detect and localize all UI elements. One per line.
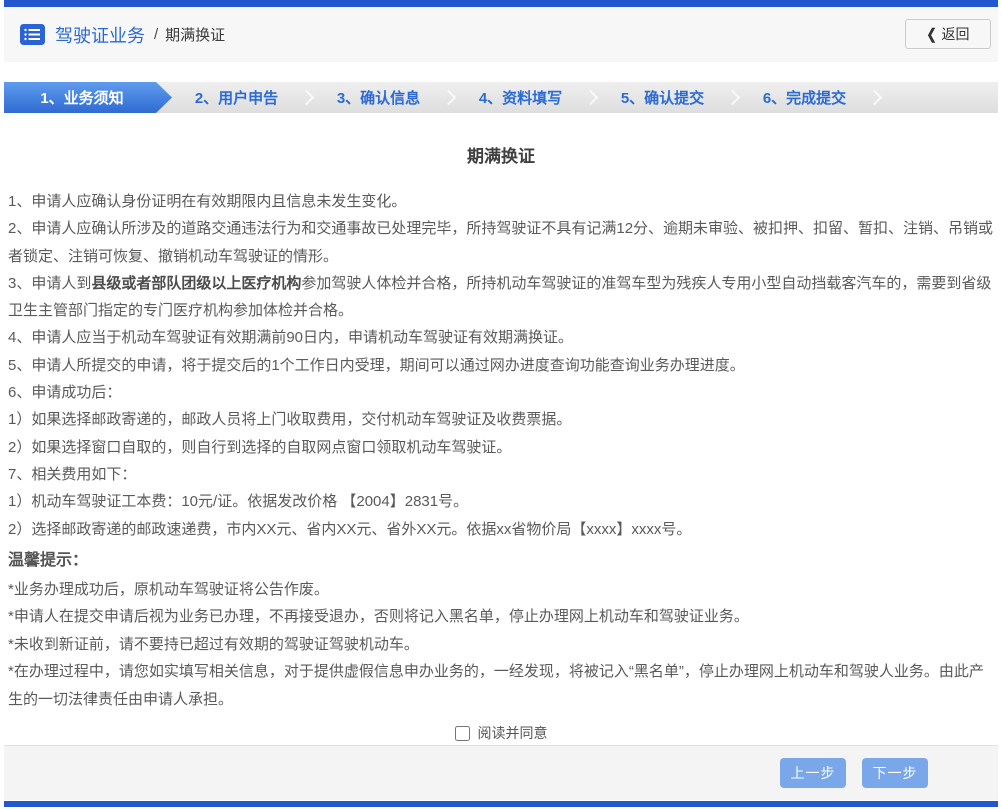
notice-paragraph: 2、申请人应确认所涉及的道路交通违法行为和交通事故已处理完毕，所持驾驶证不具有记… <box>8 220 994 265</box>
notice-paragraph: 1）机动车驾驶证工本费：10元/证。依据发改价格 【2004】2831号。 <box>8 493 469 511</box>
notice-paragraph: 5、申请人所提交的申请，将于提交后的1个工作日内受理，期间可以通过网办进度查询功… <box>8 356 745 374</box>
step-separator-chevron-icon <box>724 89 741 106</box>
back-button[interactable]: ❮ 返回 <box>905 19 991 49</box>
back-button-label: 返回 <box>941 26 970 42</box>
page-header: 驾驶证业务 / 期满换证 <box>4 7 998 62</box>
footer-bar: 上一步 下一步 <box>4 745 998 800</box>
warm-tip-item: *未收到新证前，请不要持已超过有效期的驾驶证驾驶机动车。 <box>8 635 419 653</box>
warm-tip-item: *申请人在提交申请后视为业务已办理，不再接受退办，否则将记入黑名单，停止办理网上… <box>8 608 749 626</box>
next-step-button[interactable]: 下一步 <box>862 758 928 788</box>
step-separator-chevron-icon <box>440 89 457 106</box>
step-tab-2[interactable]: 2、用户申告 <box>172 82 301 113</box>
agree-row: 阅读并同意 <box>4 723 998 743</box>
step-separator-chevron-icon <box>866 89 883 106</box>
breadcrumb-separator: / <box>154 26 159 43</box>
notice-paragraph: 1、申请人应确认身份证明在有效期限内且信息未发生变化。 <box>8 193 407 210</box>
step-tab-6[interactable]: 6、完成提交 <box>740 82 869 113</box>
breadcrumb-section: 驾驶证业务 <box>55 25 145 46</box>
step-tab-5[interactable]: 5、确认提交 <box>598 82 727 113</box>
warm-tips-title: 温馨提示： <box>8 551 89 569</box>
page-title: 期满换证 <box>467 147 535 166</box>
step-separator-chevron-icon <box>582 89 599 106</box>
step-tab-3[interactable]: 3、确认信息 <box>314 82 443 113</box>
main-content: 期满换证 1、申请人应确认身份证明在有效期限内且信息未发生变化。 2、申请人应确认… <box>4 113 998 743</box>
previous-step-button[interactable]: 上一步 <box>780 758 846 788</box>
breadcrumb-page: 期满换证 <box>165 27 226 44</box>
notice-paragraph: 4、申请人应当于机动车驾驶证有效期满前90日内，申请机动车驾驶证有效期满换证。 <box>8 329 574 347</box>
notice-paragraph: 2）如果选择窗口自取的，则自行到选择的自取网点窗口领取机动车驾驶证。 <box>8 438 512 456</box>
notice-paragraph: 1）如果选择邮政寄递的，邮政人员将上门收取费用，交付机动车驾驶证及收费票据。 <box>8 411 572 429</box>
agree-label: 阅读并同意 <box>477 725 548 742</box>
notice-paragraph: 7、相关费用如下： <box>8 465 137 483</box>
list-icon <box>20 24 45 45</box>
notice-paragraph: 3、申请人到县级或者部队团级以上医疗机构参加驾驶人体检并合格，所持机动车驾驶证的… <box>8 274 992 320</box>
warm-tip-item: *业务办理成功后，原机动车驾驶证将公告作废。 <box>8 580 329 598</box>
step-separator-chevron-icon <box>298 89 315 106</box>
notice-paragraphs: 1、申请人应确认身份证明在有效期限内且信息未发生变化。 2、申请人应确认所涉及的道… <box>4 188 998 543</box>
step-tab-1[interactable]: 1、业务须知 <box>4 82 172 113</box>
notice-paragraph: 2）选择邮政寄递的邮政速递费，市内XX元、省内XX元、省外XX元。依据xx省物价… <box>8 520 692 538</box>
agree-checkbox[interactable] <box>454 725 470 741</box>
step-tabs: 1、业务须知 2、用户申告 3、确认信息 4、资料填写 5、确认提交 6、完成提交 <box>4 82 998 113</box>
warm-tips-list: *业务办理成功后，原机动车驾驶证将公告作废。 *申请人在提交申请后视为业务已办理，… <box>4 576 998 714</box>
bottom-accent-bar <box>4 801 998 807</box>
top-accent-bar <box>4 0 998 7</box>
step-tab-4[interactable]: 4、资料填写 <box>456 82 585 113</box>
chevron-left-icon: ❮ <box>926 25 937 43</box>
warm-tip-item: *在办理过程中，请您如实填写相关信息，对于提供虚假信息申办业务的，一经发现，将被… <box>8 663 984 708</box>
notice-paragraph: 6、申请成功后： <box>8 384 122 402</box>
